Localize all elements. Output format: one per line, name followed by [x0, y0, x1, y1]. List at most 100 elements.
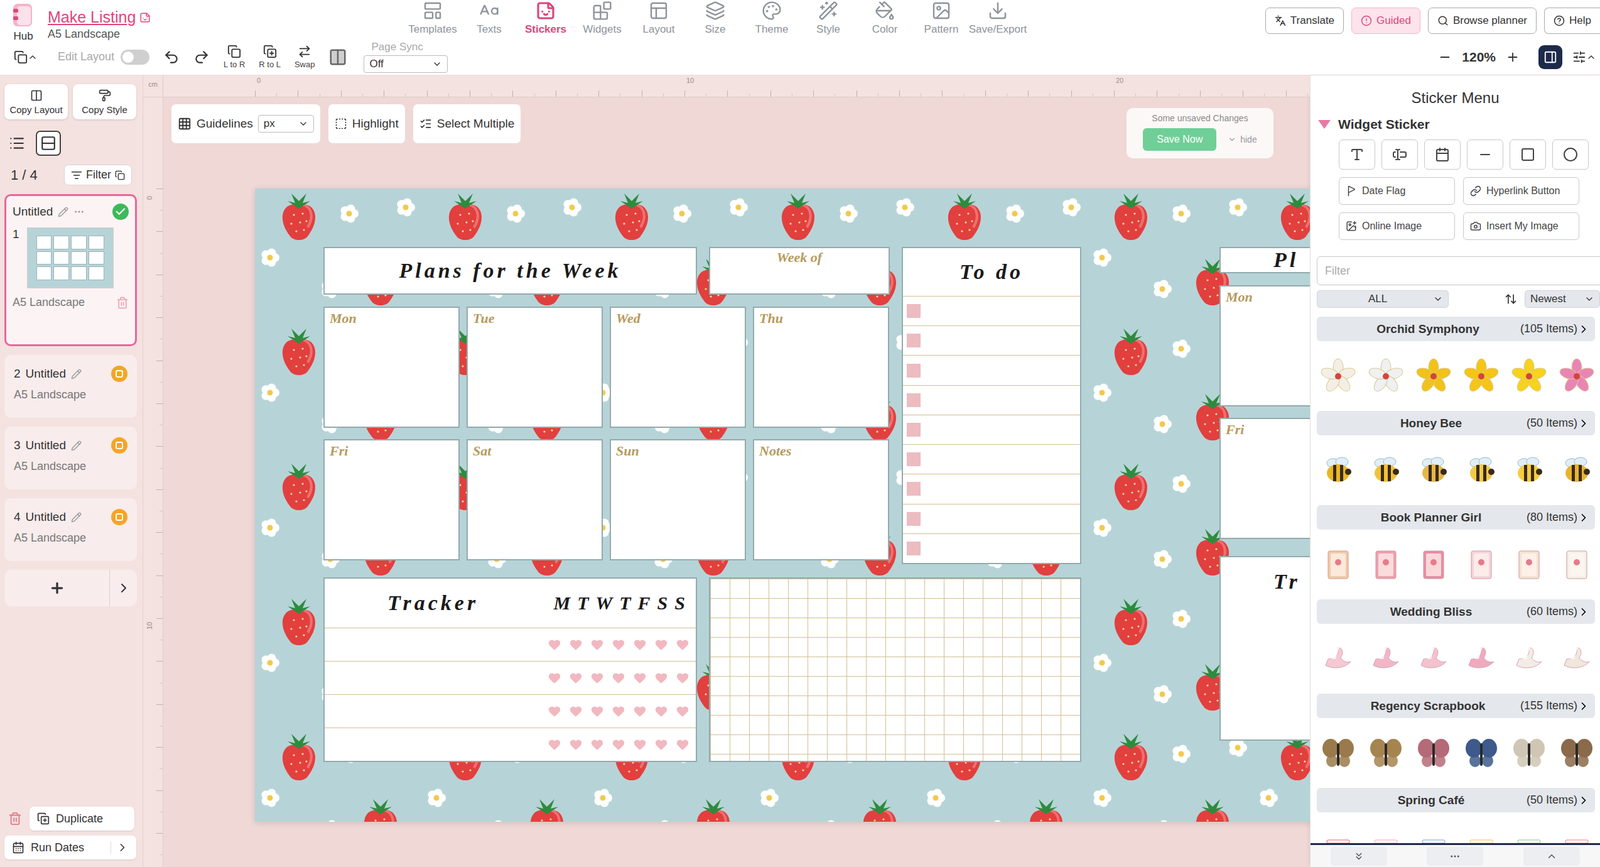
run-dates-button[interactable]: Run Dates — [4, 835, 137, 860]
todo-checkbox[interactable] — [906, 393, 921, 407]
todo-checkbox[interactable] — [906, 333, 921, 348]
heart-icon[interactable] — [568, 670, 583, 685]
hub-button[interactable]: Hub — [8, 2, 38, 43]
todo-checkbox[interactable] — [906, 511, 921, 526]
sticker[interactable] — [1367, 357, 1405, 395]
list-view-button[interactable] — [4, 130, 30, 156]
day-box[interactable]: Fri — [1219, 417, 1310, 539]
widget-button[interactable] — [1509, 139, 1546, 170]
nav-tab[interactable]: Style — [800, 0, 857, 43]
heart-icon[interactable] — [654, 637, 669, 652]
heart-icon[interactable] — [590, 637, 605, 652]
day-box[interactable]: Thu — [752, 306, 890, 428]
sticker[interactable] — [1462, 357, 1501, 395]
heart-icon[interactable] — [611, 637, 626, 652]
heart-icon[interactable] — [568, 703, 583, 718]
nav-tab[interactable]: Templates — [404, 0, 461, 43]
heart-icon[interactable] — [654, 737, 669, 752]
category-header[interactable]: Book Planner Girl(80 Items) — [1316, 504, 1595, 530]
sticker[interactable] — [1414, 639, 1453, 678]
widget-button[interactable] — [1338, 139, 1376, 170]
page-card[interactable]: 4UntitledA5 Landscape — [4, 497, 137, 561]
collapse-button[interactable] — [1330, 846, 1388, 866]
filter-button[interactable]: Filter — [64, 164, 132, 186]
sticker[interactable] — [1462, 639, 1501, 678]
select-multiple-button[interactable]: Select Multiple — [413, 104, 522, 144]
day-box[interactable]: Mon — [323, 306, 460, 428]
guidelines-tool[interactable]: Guidelinespx — [171, 104, 321, 144]
sticker[interactable] — [1557, 451, 1596, 490]
nav-tab[interactable]: Texts — [460, 0, 518, 43]
day-box[interactable]: Wed — [609, 306, 746, 428]
sticker[interactable] — [1510, 639, 1548, 678]
nav-tab[interactable]: Stickers — [517, 0, 574, 43]
heart-icon[interactable] — [611, 737, 626, 752]
browse-planner-button[interactable]: Browse planner — [1427, 7, 1537, 34]
more-pages-button[interactable] — [109, 569, 137, 606]
category-header[interactable]: Regency Scrapbook(155 Items) — [1316, 693, 1595, 718]
heart-icon[interactable] — [675, 670, 690, 685]
heart-icon[interactable] — [632, 637, 647, 652]
page-card[interactable]: 3UntitledA5 Landscape — [4, 426, 137, 490]
insert-my-image-button[interactable]: Insert My Image — [1463, 212, 1580, 240]
todo-checkbox[interactable] — [906, 481, 921, 496]
help-button[interactable]: Help — [1544, 7, 1600, 34]
undo-button[interactable] — [163, 48, 180, 66]
todo-checkbox[interactable] — [906, 303, 921, 318]
page-menu-button[interactable] — [13, 50, 38, 65]
category-select[interactable]: ALL — [1316, 290, 1449, 308]
settings-button[interactable] — [1572, 50, 1597, 65]
heart-icon[interactable] — [547, 637, 562, 652]
sticker[interactable] — [1557, 639, 1596, 678]
heart-icon[interactable] — [632, 737, 647, 752]
hide-button[interactable]: hide — [1227, 134, 1257, 145]
heart-icon[interactable] — [547, 737, 562, 752]
date-flag-button[interactable]: Date Flag — [1338, 177, 1455, 205]
sticker[interactable] — [1367, 451, 1405, 490]
copy-style-button[interactable]: Copy Style — [72, 84, 137, 120]
heart-icon[interactable] — [654, 670, 669, 685]
spread-view-button[interactable] — [328, 47, 348, 67]
sticker[interactable] — [1557, 357, 1596, 395]
nav-tab[interactable]: Size — [686, 0, 744, 43]
page-tool[interactable]: L to R — [223, 44, 245, 70]
guided-button[interactable]: Guided — [1351, 7, 1421, 34]
sticker-filter-input[interactable]: Filter — [1316, 256, 1600, 286]
day-box[interactable]: Notes — [752, 438, 890, 561]
zoom-in-button[interactable] — [1505, 50, 1520, 65]
sticker[interactable] — [1510, 545, 1548, 584]
page-sync-select[interactable]: Off — [363, 55, 448, 73]
sticker[interactable] — [1319, 545, 1357, 584]
translate-button[interactable]: Translate — [1265, 7, 1344, 34]
sticker[interactable] — [1557, 828, 1596, 844]
heart-icon[interactable] — [675, 637, 690, 652]
collapse-triangle-icon[interactable] — [1318, 119, 1331, 129]
page-tool[interactable]: Swap — [294, 44, 316, 70]
heart-icon[interactable] — [654, 703, 669, 718]
sticker[interactable] — [1367, 639, 1405, 678]
todo-checkbox[interactable] — [906, 363, 921, 378]
redo-button[interactable] — [193, 48, 210, 66]
heart-icon[interactable] — [675, 703, 690, 718]
sticker[interactable] — [1510, 828, 1548, 844]
nav-tab[interactable]: Theme — [743, 0, 800, 43]
heart-icon[interactable] — [547, 670, 562, 685]
day-box[interactable]: Sun — [609, 438, 746, 561]
category-header[interactable]: Honey Bee(50 Items) — [1316, 410, 1595, 436]
heart-icon[interactable] — [611, 670, 626, 685]
grid-view-button[interactable] — [35, 130, 61, 156]
add-page-button[interactable] — [4, 569, 110, 606]
edit-layout-toggle[interactable] — [120, 49, 150, 65]
unit-select[interactable]: px — [258, 114, 314, 133]
day-box[interactable]: Fri — [323, 438, 460, 561]
week-of-box[interactable]: Week of — [708, 246, 890, 295]
zoom-out-button[interactable] — [1437, 50, 1452, 65]
category-header[interactable]: Spring Café(50 Items) — [1316, 787, 1595, 812]
nav-tab[interactable]: Pattern — [913, 0, 970, 43]
sticker[interactable] — [1319, 357, 1357, 395]
page-card[interactable]: 2UntitledA5 Landscape — [4, 354, 137, 418]
heart-icon[interactable] — [611, 703, 626, 718]
nav-tab[interactable]: Layout — [630, 0, 687, 43]
panel-toggle-button[interactable] — [1538, 45, 1563, 70]
sticker[interactable] — [1557, 734, 1596, 772]
